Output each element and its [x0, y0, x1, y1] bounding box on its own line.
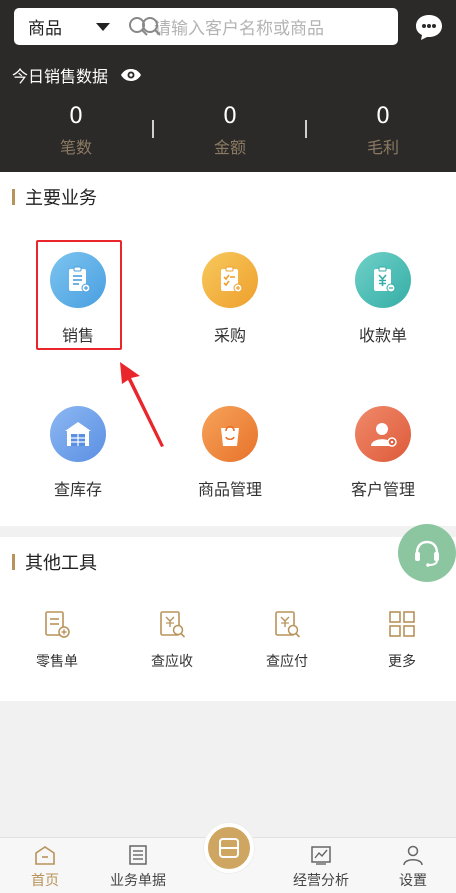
- header: 商品 请输入客户名称或商品 今日销售数据 0 笔数 0 金额 0 毛利: [0, 0, 456, 172]
- customer-service-button[interactable]: [398, 524, 456, 582]
- stat-label: 毛利: [366, 138, 399, 157]
- search-bar[interactable]: 商品 请输入客户名称或商品: [14, 8, 398, 45]
- stat-divider: [305, 120, 307, 138]
- nav-label: 经营分析: [293, 873, 349, 889]
- message-button[interactable]: [414, 12, 444, 42]
- payable-search-icon: [272, 609, 302, 639]
- eye-icon[interactable]: [120, 68, 142, 82]
- clipboard-check-icon: [202, 252, 258, 308]
- home-icon: [34, 844, 56, 866]
- tool-retail-order[interactable]: 零售单: [17, 609, 97, 671]
- biz-label: 采购: [213, 326, 246, 345]
- nav-settings[interactable]: 设置: [368, 844, 456, 890]
- tool-label: 更多: [388, 654, 416, 670]
- shopping-bag-icon: [202, 406, 258, 462]
- search-type-select[interactable]: 商品: [28, 14, 76, 39]
- biz-receipt[interactable]: 收款单: [323, 252, 443, 346]
- biz-label: 商品管理: [197, 480, 262, 499]
- stat-count: 0 笔数: [16, 104, 136, 158]
- today-sales-label: 今日销售数据: [12, 63, 142, 87]
- stat-divider: [152, 120, 154, 138]
- user-settings-icon: [402, 844, 424, 866]
- title-accent-bar: [12, 189, 15, 205]
- nav-home[interactable]: 首页: [0, 844, 90, 890]
- nav-business-analysis[interactable]: 经营分析: [276, 844, 366, 890]
- stat-label: 笔数: [59, 138, 92, 157]
- center-scan-button[interactable]: [204, 823, 254, 873]
- biz-label: 查库存: [53, 480, 102, 499]
- stat-value: 0: [376, 104, 390, 129]
- biz-label: 客户管理: [350, 480, 415, 499]
- chart-icon: [310, 844, 332, 866]
- section-title-text: 主要业务: [25, 188, 97, 209]
- tool-label: 查应付: [266, 654, 308, 670]
- other-tools-section: 其他工具 零售单 查应收 查应付 更多: [0, 537, 456, 701]
- tool-label: 零售单: [36, 654, 78, 670]
- headset-icon: [415, 540, 439, 567]
- retail-doc-icon: [42, 609, 72, 639]
- title-accent-bar: [12, 554, 15, 570]
- biz-product-management[interactable]: 商品管理: [170, 406, 290, 500]
- sales-stats: 0 笔数 0 金额 0 毛利: [0, 104, 456, 160]
- biz-purchase[interactable]: 采购: [170, 252, 290, 346]
- biz-label: 收款单: [358, 326, 407, 345]
- chat-bubble-icon: [416, 15, 442, 40]
- scan-icon: [219, 838, 239, 858]
- nav-label: 首页: [31, 873, 59, 889]
- red-arrow-icon: [120, 362, 164, 447]
- nav-label: 业务单据: [110, 873, 166, 889]
- stat-value: 0: [69, 104, 83, 129]
- section-title-text: 其他工具: [25, 553, 97, 574]
- nav-label: 设置: [399, 873, 427, 889]
- stat-profit: 0 毛利: [323, 104, 443, 158]
- customer-icon: [355, 406, 411, 462]
- highlight-box: [36, 240, 122, 350]
- search-icon: [128, 16, 164, 38]
- nav-business-docs[interactable]: 业务单据: [93, 844, 183, 890]
- tool-more[interactable]: 更多: [362, 609, 442, 671]
- tool-label: 查应收: [151, 654, 193, 670]
- document-icon: [127, 844, 149, 866]
- tool-check-receivable[interactable]: 查应收: [132, 609, 212, 671]
- warehouse-icon: [50, 406, 106, 462]
- stat-amount: 0 金额: [170, 104, 290, 158]
- chevron-down-icon[interactable]: [96, 22, 110, 31]
- stat-label: 金额: [213, 138, 246, 157]
- section-title: 主要业务: [12, 184, 97, 210]
- section-title: 其他工具: [12, 549, 97, 575]
- tool-check-payable[interactable]: 查应付: [247, 609, 327, 671]
- search-input[interactable]: 请输入客户名称或商品: [154, 14, 324, 39]
- stat-value: 0: [223, 104, 237, 129]
- today-sales-title: 今日销售数据: [12, 67, 109, 86]
- biz-customer-management[interactable]: 客户管理: [323, 406, 443, 500]
- grid-more-icon: [387, 609, 417, 639]
- yen-receipt-icon: [355, 252, 411, 308]
- receivable-search-icon: [157, 609, 187, 639]
